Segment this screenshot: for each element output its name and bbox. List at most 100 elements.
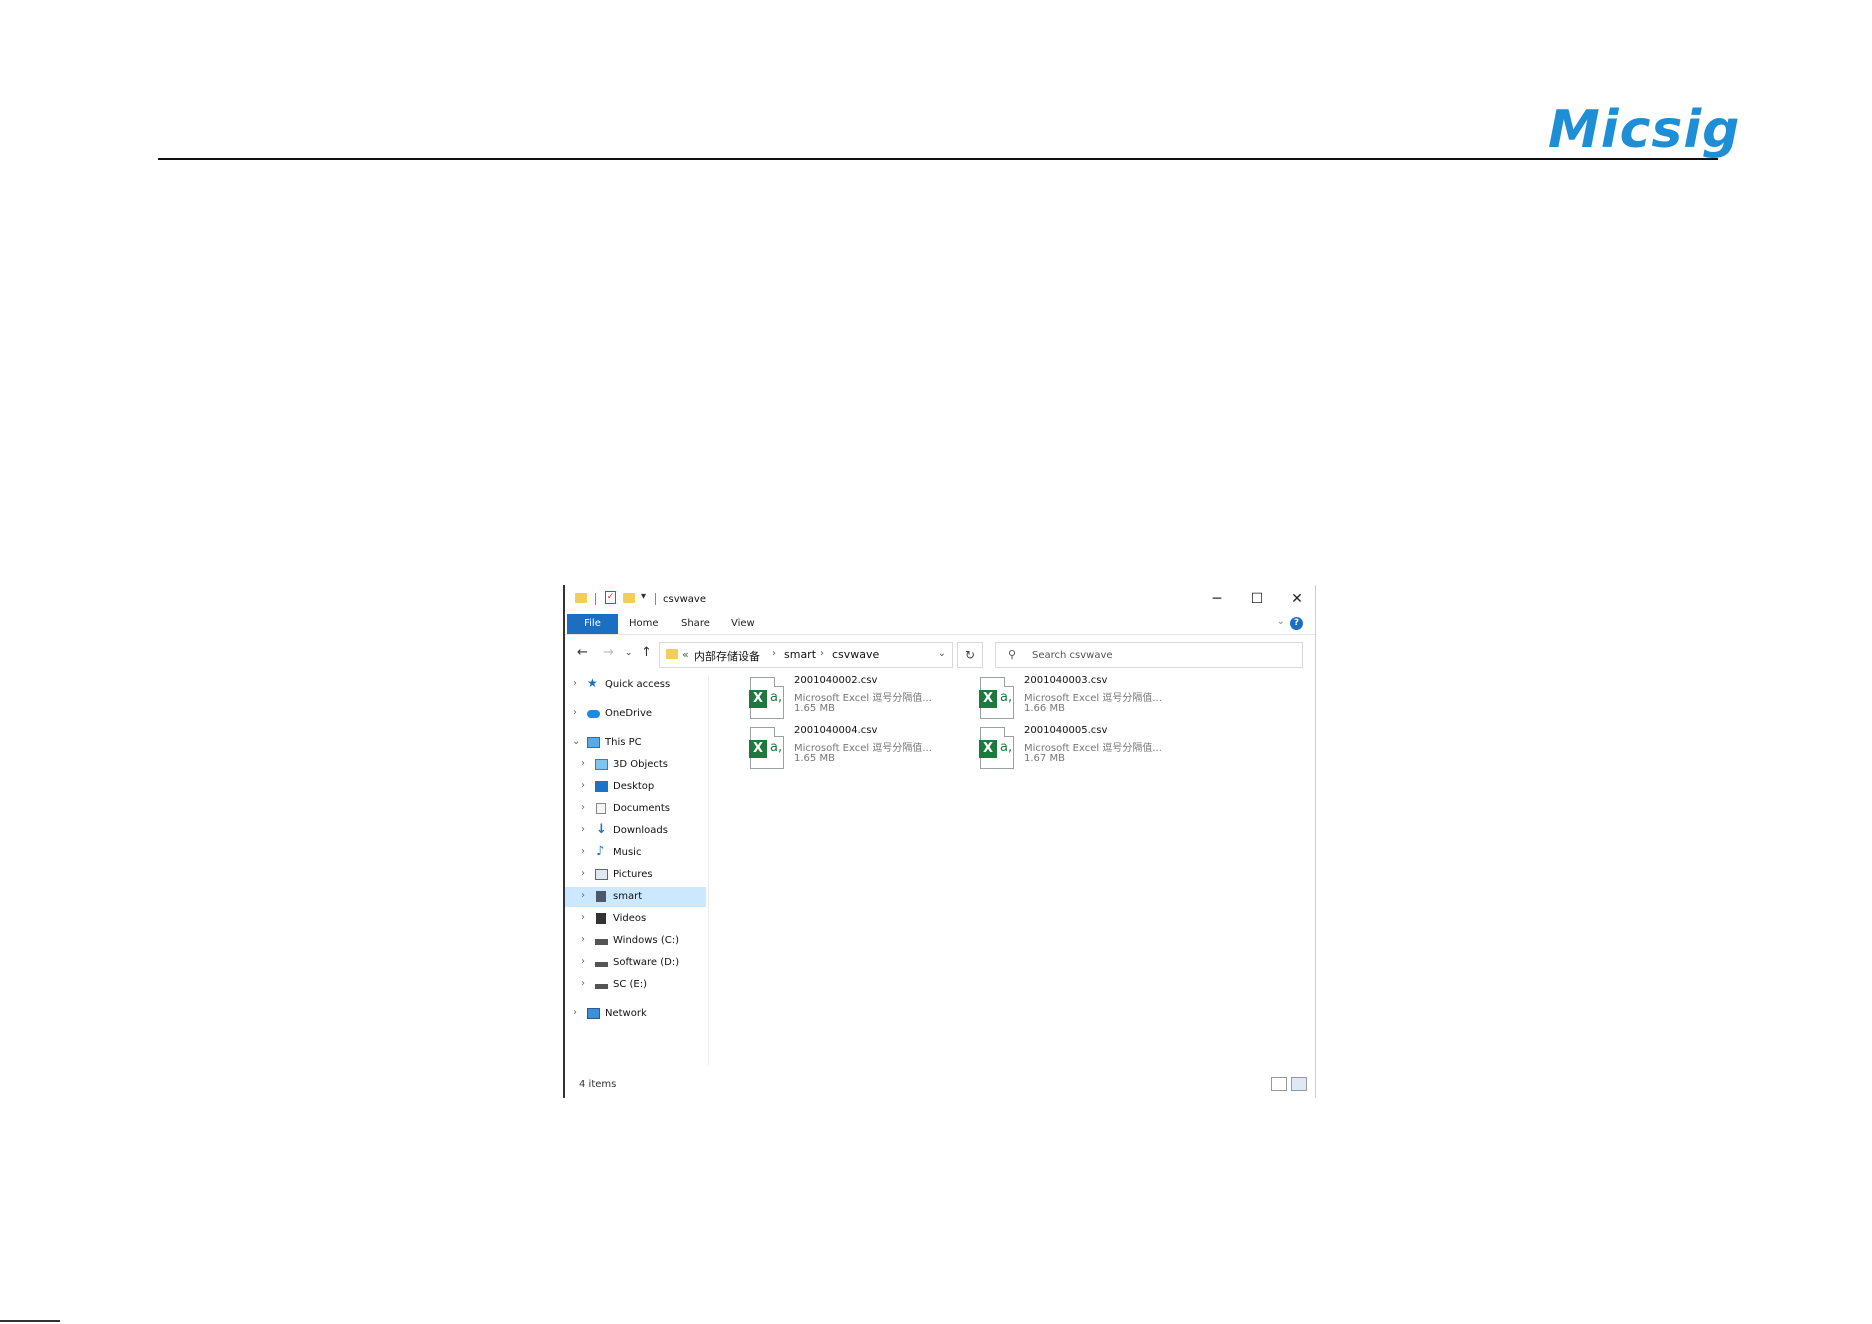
help-icon[interactable]: ?: [1290, 617, 1303, 630]
file-item[interactable]: X a, 2001040002.csv Microsoft Excel 逗号分隔…: [749, 675, 980, 723]
new-folder-icon[interactable]: [623, 593, 635, 603]
nav-item-downloads[interactable]: › ↓ Downloads: [565, 821, 706, 841]
nav-item-quick-access[interactable]: › ★ Quick access: [565, 675, 706, 695]
expand-chevron-icon[interactable]: ›: [581, 824, 585, 835]
file-type: Microsoft Excel 逗号分隔值...: [794, 693, 932, 704]
search-box[interactable]: ⚲ Search csvwave: [995, 642, 1303, 668]
address-bar[interactable]: « 内部存储设备 › smart › csvwave ⌄: [659, 642, 953, 668]
nav-item-label: Music: [613, 847, 642, 858]
header-divider: [158, 158, 1718, 160]
file-name: 2001040002.csv: [794, 675, 878, 686]
breadcrumb-separator[interactable]: ›: [820, 648, 824, 659]
separator: [595, 593, 596, 605]
refresh-button[interactable]: ↻: [957, 642, 983, 668]
file-size: 1.66 MB: [1024, 703, 1065, 714]
file-size: 1.65 MB: [794, 753, 835, 764]
nav-item-this-pc[interactable]: ⌄ This PC: [565, 733, 706, 753]
star-icon: ★: [587, 676, 598, 690]
maximize-button[interactable]: ☐: [1245, 589, 1269, 609]
breadcrumb-smart[interactable]: smart: [784, 648, 816, 661]
expand-chevron-icon[interactable]: ›: [581, 912, 585, 923]
nav-item-label: Quick access: [605, 679, 671, 690]
expand-chevron-icon[interactable]: ›: [581, 846, 585, 857]
title-bar: ✓ ▾ csvwave ─ ☐ ✕: [565, 585, 1315, 613]
expand-chevron-icon[interactable]: ›: [581, 868, 585, 879]
customize-quick-access-icon[interactable]: ▾: [641, 591, 646, 605]
large-icons-view-icon[interactable]: [1291, 1077, 1307, 1091]
nav-item-label: OneDrive: [605, 708, 653, 719]
excel-a-glyph-icon: a,: [770, 740, 783, 755]
expand-chevron-icon[interactable]: ›: [581, 890, 585, 901]
ribbon: File Home Share View ⌄ ?: [565, 614, 1315, 635]
excel-a-glyph-icon: a,: [1000, 690, 1013, 705]
breadcrumb-internal-storage[interactable]: 内部存储设备: [694, 648, 760, 664]
nav-item-music[interactable]: › ♪ Music: [565, 843, 706, 863]
nav-item-onedrive[interactable]: › OneDrive: [565, 704, 706, 724]
file-list: X a, 2001040002.csv Microsoft Excel 逗号分隔…: [710, 675, 1310, 1065]
file-name: 2001040004.csv: [794, 725, 878, 736]
address-dropdown-icon[interactable]: ⌄: [938, 648, 946, 659]
excel-a-glyph-icon: a,: [770, 690, 783, 705]
expand-ribbon-icon[interactable]: ⌄: [1277, 616, 1285, 627]
nav-item-documents[interactable]: › Documents: [565, 799, 706, 819]
recent-locations-icon[interactable]: ⌄: [625, 648, 633, 658]
excel-badge-icon: X: [749, 690, 767, 708]
expand-chevron-icon[interactable]: ›: [581, 780, 585, 791]
nav-item-label: smart: [613, 891, 643, 902]
drive-icon: [595, 962, 608, 967]
breadcrumb-overflow[interactable]: «: [682, 648, 689, 661]
tab-view[interactable]: View: [731, 614, 755, 634]
nav-item-label: Documents: [613, 803, 671, 814]
navigation-pane: › ★ Quick access › OneDrive ⌄ This PC › …: [565, 675, 709, 1065]
tab-file[interactable]: File: [567, 614, 618, 634]
window-title: csvwave: [663, 594, 707, 605]
nav-item-sc-e[interactable]: › SC (E:): [565, 975, 706, 995]
nav-item-3d-objects[interactable]: › 3D Objects: [565, 755, 706, 775]
nav-item-videos[interactable]: › Videos: [565, 909, 706, 929]
excel-csv-file-icon: X a,: [979, 677, 1014, 719]
excel-a-glyph-icon: a,: [1000, 740, 1013, 755]
expand-chevron-icon[interactable]: ›: [581, 758, 585, 769]
nav-item-smart[interactable]: › smart: [565, 887, 706, 907]
expand-chevron-icon[interactable]: ›: [573, 678, 577, 689]
nav-item-label: This PC: [605, 737, 642, 748]
expand-chevron-icon[interactable]: ›: [581, 956, 585, 967]
details-view-icon[interactable]: [1271, 1077, 1287, 1091]
drive-icon: [595, 939, 608, 945]
breadcrumb-separator[interactable]: ›: [772, 648, 776, 659]
nav-item-pictures[interactable]: › Pictures: [565, 865, 706, 885]
file-item[interactable]: X a, 2001040003.csv Microsoft Excel 逗号分隔…: [979, 675, 1210, 723]
expand-chevron-icon[interactable]: ›: [581, 978, 585, 989]
search-icon: ⚲: [1008, 648, 1017, 661]
close-button[interactable]: ✕: [1285, 589, 1309, 609]
file-explorer-window: ✓ ▾ csvwave ─ ☐ ✕ File Home Share View ⌄…: [563, 585, 1316, 1098]
properties-icon[interactable]: ✓: [605, 591, 616, 604]
excel-csv-file-icon: X a,: [749, 727, 784, 769]
expand-chevron-icon[interactable]: ›: [573, 1007, 577, 1018]
file-item[interactable]: X a, 2001040004.csv Microsoft Excel 逗号分隔…: [749, 725, 980, 773]
tab-home[interactable]: Home: [629, 614, 659, 634]
back-button[interactable]: ←: [577, 645, 588, 660]
nav-item-label: Desktop: [613, 781, 655, 792]
nav-item-software-d[interactable]: › Software (D:): [565, 953, 706, 973]
minimize-button[interactable]: ─: [1205, 589, 1229, 609]
nav-item-label: Software (D:): [613, 957, 680, 968]
desktop-icon: [595, 781, 608, 792]
file-item[interactable]: X a, 2001040005.csv Microsoft Excel 逗号分隔…: [979, 725, 1210, 773]
expand-chevron-icon[interactable]: ›: [573, 707, 577, 718]
footer-line: [0, 1320, 60, 1322]
nav-item-windows-c[interactable]: › Windows (C:): [565, 931, 706, 951]
breadcrumb-csvwave[interactable]: csvwave: [832, 648, 879, 661]
tab-share[interactable]: Share: [681, 614, 710, 634]
expand-chevron-icon[interactable]: ›: [581, 802, 585, 813]
nav-item-network[interactable]: › Network: [565, 1004, 706, 1024]
expand-chevron-icon[interactable]: ›: [581, 934, 585, 945]
micsig-logo: Micsig: [1548, 100, 1741, 160]
excel-badge-icon: X: [979, 690, 997, 708]
collapse-chevron-icon[interactable]: ⌄: [572, 736, 580, 747]
up-button[interactable]: ↑: [641, 645, 652, 660]
network-icon: [587, 1008, 600, 1019]
excel-csv-file-icon: X a,: [749, 677, 784, 719]
forward-button[interactable]: →: [603, 645, 614, 660]
nav-item-desktop[interactable]: › Desktop: [565, 777, 706, 797]
